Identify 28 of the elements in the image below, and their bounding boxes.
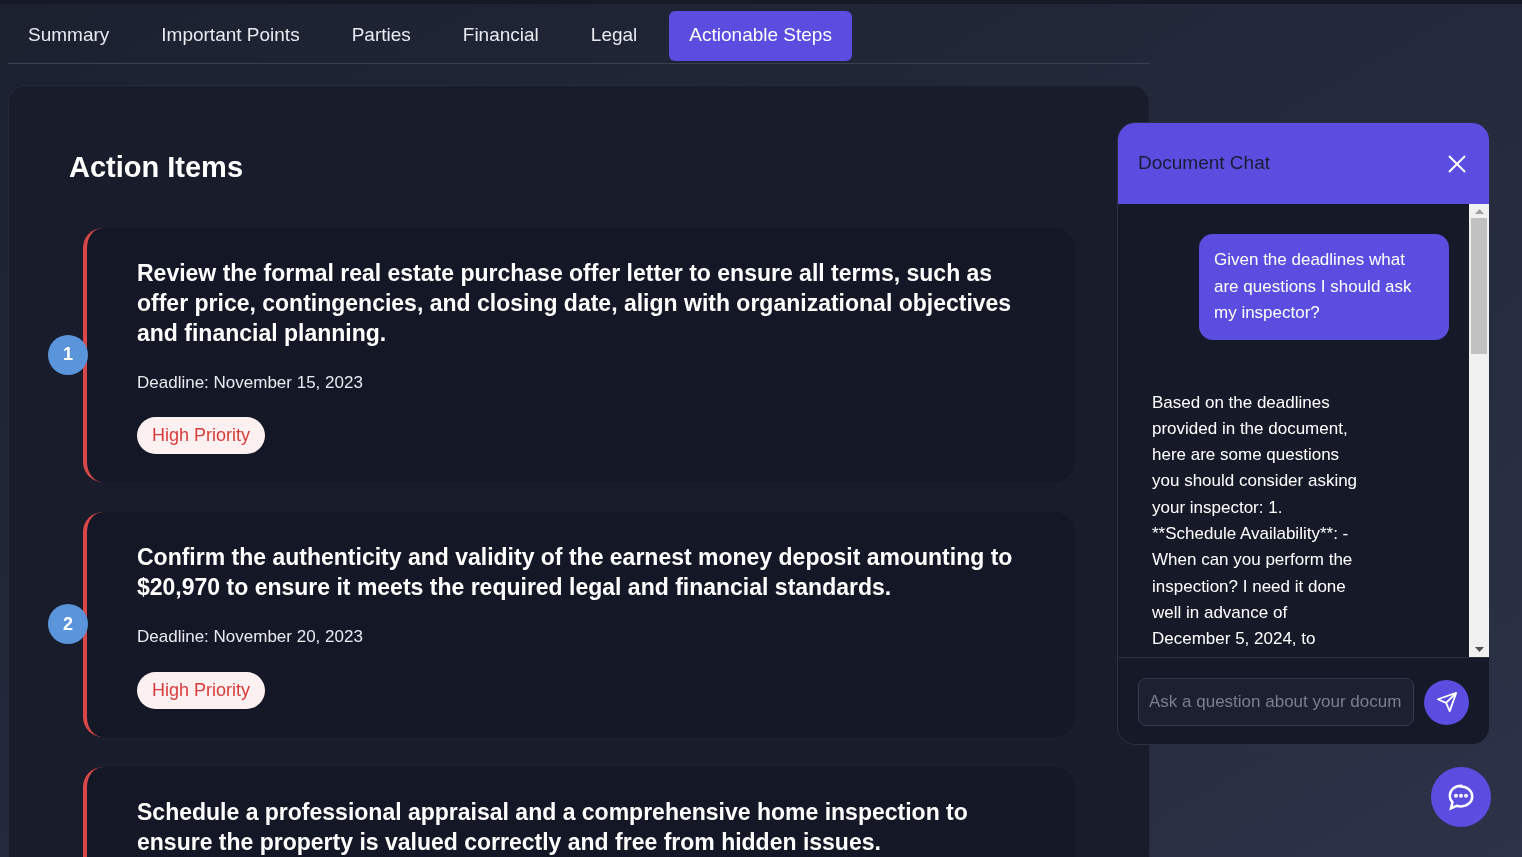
step-number: 2 (48, 604, 88, 645)
question-field[interactable]: Ask a question about your docum (1138, 678, 1415, 726)
deadline-text: Deadline: November 15, 2023 (137, 371, 364, 394)
priority-badge: High Priority (137, 417, 266, 454)
user-message: Given the deadlines what are questions I should ask my inspector? (1199, 234, 1449, 340)
scroll-down-icon (1474, 647, 1484, 652)
close-icon (1448, 154, 1466, 173)
step-number: 1 (48, 334, 88, 375)
section-title: Action Items (69, 150, 245, 185)
send-icon (1435, 691, 1458, 713)
assistant-message: Based on the deadlines provided in the document, here are some questions you should consider asking your inspector: 1. **Schedule Availability**: - When can you perform the inspection? I need it done well in advance of December 5, 2024, to (1152, 391, 1359, 651)
tab[interactable]: Actionable Steps (669, 10, 852, 61)
send-button[interactable] (1424, 679, 1469, 725)
chat-toggle-button[interactable] (1431, 767, 1491, 827)
action-title: Schedule a professional appraisal and a comprehensive home inspection to ensure the property is valued correctly and free from hidden issues. (137, 797, 969, 857)
tab[interactable]: Legal (570, 10, 658, 61)
action-title: Confirm the authenticity and validity of the earnest money deposit amounting to $20,970 to ensure it meets the required legal and financial standards. (137, 543, 1014, 602)
action-title: Review the formal real estate purchase offer letter to ensure all terms, such as offer price, contingencies, and closing date, align with organizational objectives and financial planning. (137, 258, 1013, 348)
tab[interactable]: Financial (442, 10, 559, 61)
scroll-thumb[interactable] (1471, 218, 1487, 354)
chat-bubble-icon (1446, 782, 1476, 812)
tab[interactable]: Summary (8, 10, 130, 61)
deadline-text: Deadline: November 20, 2023 (137, 626, 364, 648)
priority-badge: High Priority (137, 671, 266, 709)
tab[interactable]: Parties (331, 10, 431, 61)
scroll-up-icon (1474, 209, 1484, 214)
tab[interactable]: Important Points (141, 10, 320, 61)
chat-title: Document Chat (1138, 151, 1270, 176)
